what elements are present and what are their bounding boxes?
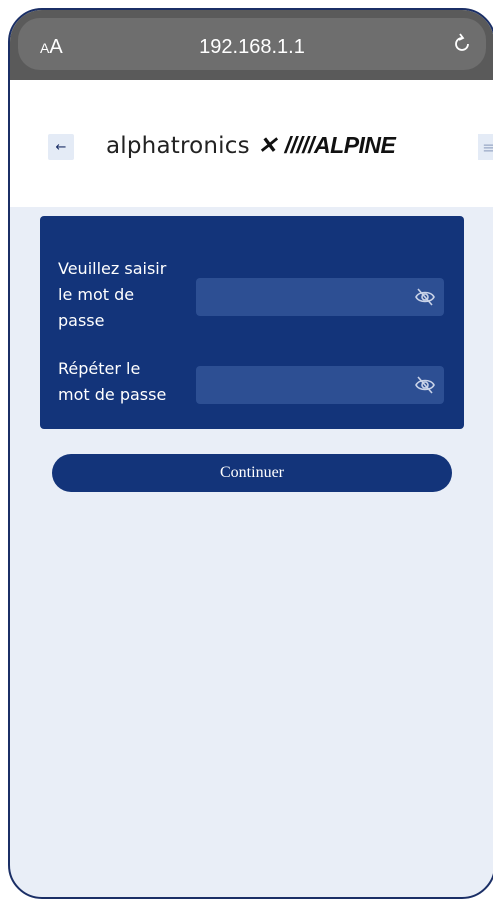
password-label-line-2: le mot de [58,285,135,304]
password-label-line-3: passe [58,311,105,330]
hamburger-icon: ≡ [482,138,493,157]
brand-alpine: /////ALPINE [284,132,396,158]
password-label-line-1: Veuillez saisir [58,259,167,278]
site-header: ← alphatronics ✕ /////ALPINE ≡ [10,80,493,207]
back-button[interactable]: ← [48,134,74,160]
repeat-label-line-2: mot de passe [58,385,167,404]
back-arrow-icon: ← [55,139,67,155]
eye-slash-icon[interactable] [414,375,436,395]
reload-icon[interactable] [450,32,474,56]
password-form-card: Veuillez saisir le mot de passe Répéter … [40,216,464,429]
brand-logo: alphatronics ✕ /////ALPINE [106,132,396,159]
phone-frame: AA 192.168.1.1 ← alphatronics ✕ /////ALP… [8,8,493,899]
repeat-password-label: Répéter le mot de passe [58,356,166,408]
continue-button[interactable]: Continuer [52,454,452,492]
menu-button[interactable]: ≡ [478,134,493,160]
repeat-label-line-1: Répéter le [58,359,141,378]
brand-x: ✕ [257,132,277,158]
browser-bar: AA 192.168.1.1 [10,10,493,80]
address-bar[interactable]: AA 192.168.1.1 [18,18,486,70]
password-label: Veuillez saisir le mot de passe [58,256,166,334]
brand-alphatronics: alphatronics [106,132,250,159]
repeat-password-field[interactable] [196,366,444,404]
url-text[interactable]: 192.168.1.1 [18,36,486,59]
eye-slash-icon[interactable] [414,287,436,307]
password-field[interactable] [196,278,444,316]
